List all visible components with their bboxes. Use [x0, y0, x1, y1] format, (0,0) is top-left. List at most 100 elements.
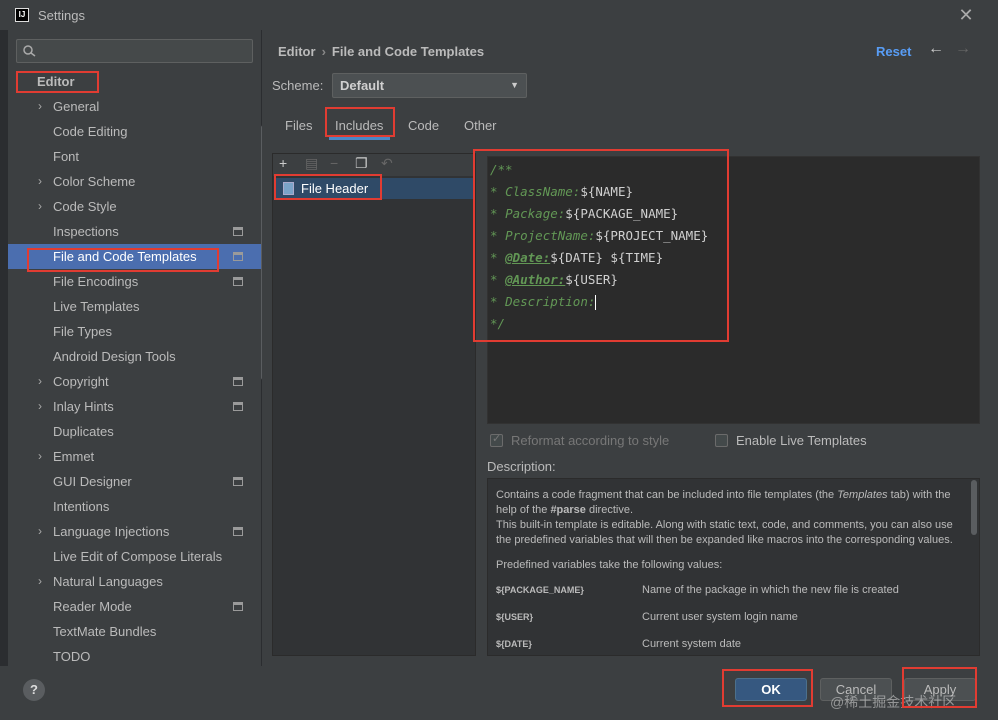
template-list: + ▤ − ❐ ↶ File Header — [272, 153, 476, 656]
var-row: ${USER} Current user system login name — [496, 611, 798, 623]
description-label: Description: — [487, 459, 556, 474]
tab-files[interactable]: Files — [285, 118, 312, 133]
sidebar-item[interactable]: › Code Style — [8, 194, 261, 219]
sidebar-item-label: Language Injections — [53, 524, 170, 539]
scheme-label: Scheme: — [272, 78, 324, 93]
sidebar-item-label: Code Editing — [53, 124, 128, 139]
arrow-left-icon[interactable]: ← — [928, 40, 944, 58]
live-templates-option[interactable]: Enable Live Templates — [715, 433, 867, 448]
tab-other[interactable]: Other — [464, 118, 497, 133]
sidebar-item[interactable]: › Inlay Hints — [8, 394, 261, 419]
live-templates-label: Enable Live Templates — [736, 433, 867, 448]
var-row: ${DATE} Current system date — [496, 638, 742, 650]
settings-tree: Editor › General Code Editing Font › Color Sch… — [8, 69, 261, 669]
chevron-right-icon[interactable]: › — [38, 569, 42, 594]
sidebar-item[interactable]: File Encodings — [8, 269, 261, 294]
project-scope-icon — [233, 227, 243, 236]
copy-icon[interactable]: ❐ — [355, 155, 368, 172]
chevron-down-icon: ▼ — [510, 80, 519, 90]
remove-icon[interactable]: − — [330, 155, 338, 171]
sidebar-item[interactable]: › Copyright — [8, 369, 261, 394]
sidebar-item-label: Inspections — [53, 224, 119, 239]
add-icon[interactable]: + — [279, 155, 287, 171]
description-scrollbar[interactable] — [971, 480, 977, 535]
sidebar-item[interactable]: › Emmet — [8, 444, 261, 469]
sidebar-item-label: Inlay Hints — [53, 399, 114, 414]
chevron-right-icon[interactable]: › — [38, 369, 42, 394]
sidebar-item-label: Copyright — [53, 374, 109, 389]
reformat-option[interactable]: Reformat according to style — [490, 432, 670, 448]
sidebar-item[interactable]: Live Edit of Compose Literals — [8, 544, 261, 569]
sidebar-item[interactable]: Live Templates — [8, 294, 261, 319]
chevron-right-icon[interactable]: › — [38, 519, 42, 544]
sidebar-item[interactable]: Inspections — [8, 219, 261, 244]
annotation-box — [722, 669, 813, 707]
annotation-box — [902, 667, 977, 708]
sidebar-item[interactable]: TextMate Bundles — [8, 619, 261, 644]
settings-search-input[interactable] — [16, 39, 253, 63]
project-scope-icon — [233, 527, 243, 536]
project-scope-icon — [233, 252, 243, 261]
sidebar-item-label: Duplicates — [53, 424, 114, 439]
sidebar-item[interactable]: › Color Scheme — [8, 169, 261, 194]
sidebar-item[interactable]: File Types — [8, 319, 261, 344]
project-scope-icon — [233, 477, 243, 486]
window-title: Settings — [38, 7, 85, 23]
description-paragraph: Contains a code fragment that can be inc… — [496, 489, 953, 546]
reformat-label: Reformat according to style — [511, 433, 670, 448]
revert-icon[interactable]: ↶ — [381, 155, 393, 172]
settings-sidebar: Editor › General Code Editing Font › Color Sch… — [8, 30, 266, 669]
sidebar-item-label: Android Design Tools — [53, 349, 176, 364]
sidebar-item[interactable]: Intentions — [8, 494, 261, 519]
paste-icon[interactable]: ▤ — [305, 155, 318, 172]
chevron-right-icon[interactable]: › — [38, 94, 42, 119]
list-toolbar: + ▤ − ❐ ↶ — [273, 154, 475, 176]
sidebar-item[interactable]: Font — [8, 144, 261, 169]
sidebar-item-label: TextMate Bundles — [53, 624, 157, 639]
sidebar-item[interactable]: › Language Injections — [8, 519, 261, 544]
sidebar-item[interactable]: Reader Mode — [8, 594, 261, 619]
chevron-right-icon[interactable]: › — [38, 394, 42, 419]
sidebar-item[interactable]: GUI Designer — [8, 469, 261, 494]
tab-code[interactable]: Code — [408, 118, 439, 133]
sidebar-item-label: Intentions — [53, 499, 110, 514]
close-icon[interactable]: ✕ — [956, 5, 976, 25]
description-panel: Contains a code fragment that can be inc… — [487, 478, 980, 656]
annotation-box — [274, 174, 382, 200]
project-scope-icon — [233, 402, 243, 411]
live-templates-checkbox[interactable] — [715, 434, 728, 447]
sidebar-item[interactable]: Duplicates — [8, 419, 261, 444]
search-icon — [23, 45, 36, 57]
sidebar-item[interactable]: Android Design Tools — [8, 344, 261, 369]
breadcrumb-editor[interactable]: Editor — [278, 44, 316, 59]
reformat-checkbox[interactable] — [490, 432, 503, 447]
help-button[interactable]: ? — [23, 679, 45, 701]
arrow-right-icon[interactable]: → — [955, 40, 971, 58]
sidebar-item[interactable]: › General — [8, 94, 261, 119]
scheme-select[interactable]: Default ▼ — [332, 73, 527, 98]
annotation-box — [473, 149, 729, 342]
sidebar-item-label: Live Templates — [53, 299, 140, 314]
intellij-app-icon: IJ — [15, 8, 29, 22]
sidebar-item-label: Reader Mode — [53, 599, 132, 614]
sidebar-item-label: Color Scheme — [53, 174, 136, 189]
active-tab-indicator — [329, 137, 390, 140]
sidebar-item[interactable]: Code Editing — [8, 119, 261, 144]
sidebar-item[interactable]: › Natural Languages — [8, 569, 261, 594]
chevron-right-icon[interactable]: › — [38, 444, 42, 469]
sidebar-item-label: Live Edit of Compose Literals — [53, 549, 223, 564]
chevron-right-icon[interactable]: › — [38, 169, 42, 194]
project-scope-icon — [233, 602, 243, 611]
reset-link[interactable]: Reset — [876, 44, 911, 59]
sidebar-item-label: File Encodings — [53, 274, 139, 289]
project-scope-icon — [233, 277, 243, 286]
var-row: ${PACKAGE_NAME} Name of the package in wh… — [496, 584, 899, 596]
sidebar-item-label: Font — [53, 149, 80, 164]
annotation-box — [325, 107, 395, 137]
project-scope-icon — [233, 377, 243, 386]
sidebar-item-label: General — [53, 99, 100, 114]
chevron-right-icon[interactable]: › — [38, 194, 42, 219]
annotation-box — [27, 248, 219, 272]
dialog-footer: ? OK Cancel Apply @稀土掘金技术社区 — [0, 666, 998, 720]
sidebar-item-label: Natural Languages — [53, 574, 163, 589]
